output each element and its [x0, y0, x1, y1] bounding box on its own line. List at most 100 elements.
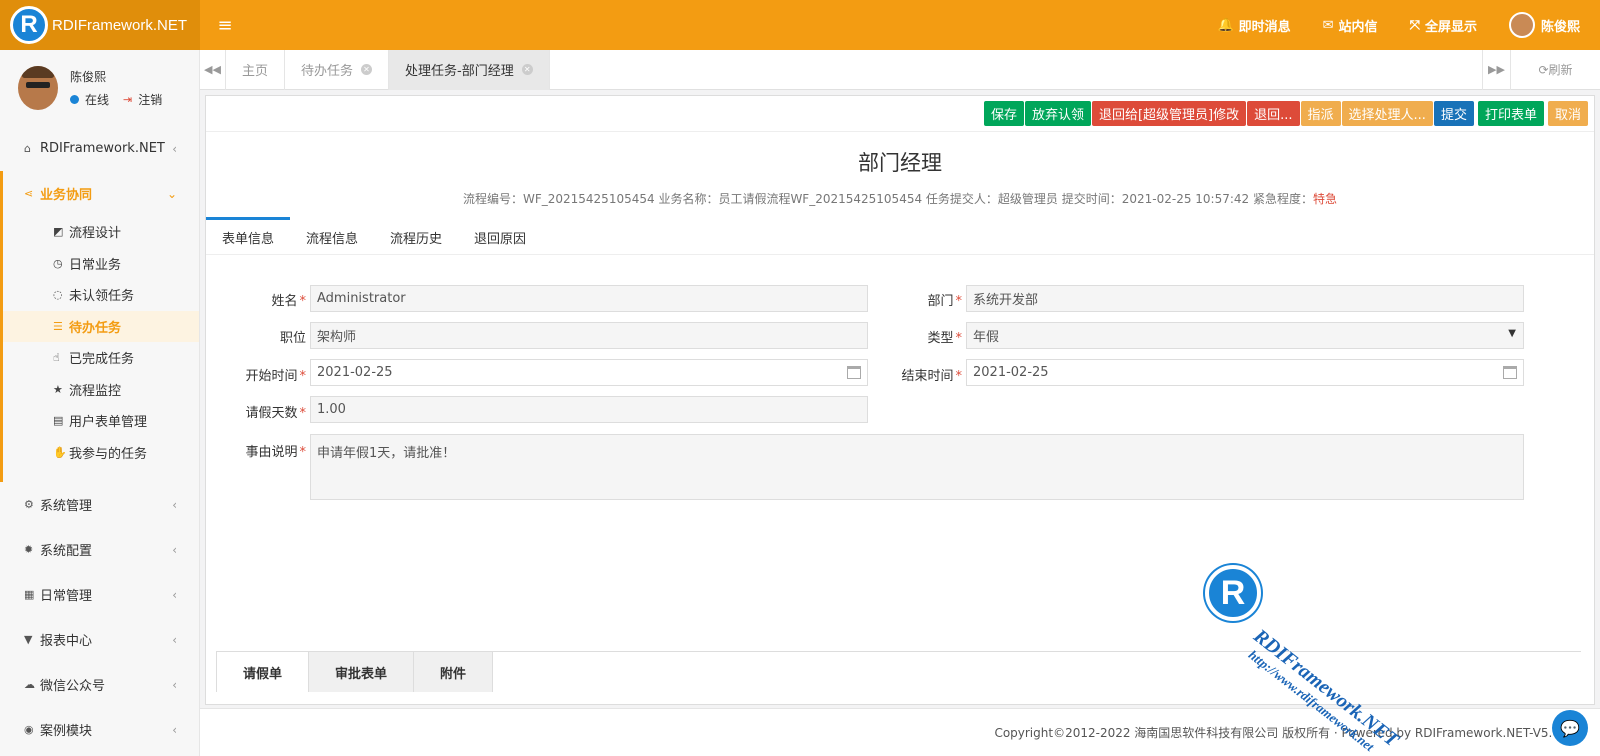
chevron-left-icon: ‹	[172, 542, 177, 557]
sidebar: 陈俊熙 在线 ⇥ 注销 ⌂ RDIFramework.NET ‹ ⋖ 业务协同 …	[0, 50, 200, 756]
chevron-left-icon: ‹	[172, 587, 177, 602]
sidebar-subitem-unclaimed[interactable]: ◌ 未认领任务	[3, 279, 199, 311]
sidebar-item-label: 系统管理	[40, 499, 93, 514]
close-icon[interactable]: ✕	[361, 64, 373, 75]
sidebar-subitem-label: 用户表单管理	[69, 415, 148, 431]
tabs-scroll-right-icon[interactable]: ▶▶	[1482, 49, 1510, 90]
tab-attachments[interactable]: 附件	[414, 652, 494, 692]
leave-form: 姓名 * Administrator 部门 * 系统开发部 职位 架构师 类型 * 年…	[206, 255, 1594, 505]
sidebar-item-system-manage[interactable]: ⚙ 系统管理 ‹	[0, 482, 199, 527]
sidebar-subitem-form-manage[interactable]: ▤ 用户表单管理	[3, 405, 199, 437]
tab-label: 处理任务-部门经理	[405, 64, 514, 79]
menu-toggle-icon[interactable]: ≡	[200, 0, 250, 50]
avatar	[1508, 12, 1535, 38]
sidebar-subitem-participated[interactable]: ✋ 我参与的任务	[3, 437, 199, 469]
logout-icon[interactable]: ⇥	[123, 93, 132, 106]
process-meta: 流程编号：WF_20215425105454 业务名称：员工请假流程WF_202…	[206, 190, 1594, 207]
tab-process-info[interactable]: 流程信息	[290, 217, 374, 255]
sidebar-subitem-label: 待办任务	[69, 320, 122, 336]
process-meta-text: 流程编号：WF_20215425105454 业务名称：员工请假流程WF_202…	[462, 192, 1313, 206]
sidebar-item-daily-manage[interactable]: ▦ 日常管理 ‹	[0, 572, 199, 617]
submit-button[interactable]: 提交	[1433, 101, 1474, 126]
reason-textarea[interactable]: 申请年假1天，请批准！	[310, 434, 1524, 500]
tab-label: 待办任务	[301, 64, 354, 79]
position-field[interactable]: 架构师	[310, 322, 868, 349]
fullscreen-label: 全屏显示	[1424, 19, 1477, 35]
sidebar-subitem-label: 流程监控	[69, 383, 122, 399]
sidebar-item-examples[interactable]: ◉ 案例模块 ‹	[0, 707, 199, 752]
sidebar-item-business[interactable]: ⋖ 业务协同 ⌄	[3, 171, 199, 216]
instant-message-button[interactable]: 🔔 即时消息	[1217, 16, 1290, 35]
circle-notch-icon: ◌	[53, 288, 63, 302]
name-label-text: 姓名	[271, 294, 298, 309]
type-label-text: 类型	[927, 331, 954, 346]
leave-type-select[interactable]: 年假 ▼	[966, 322, 1524, 349]
tab-approval-form[interactable]: 审批表单	[309, 652, 415, 692]
tab-form-info[interactable]: 表单信息	[206, 217, 291, 255]
urgency-badge: 特急	[1313, 192, 1338, 206]
chat-icon[interactable]: 💬	[1552, 710, 1588, 746]
site-mail-button[interactable]: ✉ 站内信	[1323, 16, 1378, 35]
sidebar-subitem-process-design[interactable]: ◩ 流程设计	[3, 216, 199, 248]
sidebar-subitem-completed[interactable]: ☝ 已完成任务	[3, 342, 199, 374]
user-panel: 陈俊熙 在线 ⇥ 注销	[0, 50, 199, 126]
calendar-icon[interactable]	[847, 366, 861, 379]
sidebar-item-wechat[interactable]: ☁ 微信公众号 ‹	[0, 662, 199, 707]
fullscreen-button[interactable]: ⤧ 全屏显示	[1410, 16, 1477, 35]
sidebar-item-rdiframework[interactable]: ⌂ RDIFramework.NET ‹	[0, 126, 199, 171]
sidebar-subitem-monitor[interactable]: ★ 流程监控	[3, 374, 199, 406]
start-date-field[interactable]: 2021-02-25	[310, 359, 868, 386]
assign-button[interactable]: 指派	[1300, 101, 1341, 126]
sidebar-item-report-center[interactable]: ▼ 报表中心 ‹	[0, 617, 199, 662]
start-date-value: 2021-02-25	[317, 365, 393, 380]
sidebar-subitem-label: 流程设计	[69, 226, 122, 242]
end-label-text: 结束时间	[901, 369, 954, 384]
print-form-button[interactable]: 打印表单	[1477, 101, 1544, 126]
cancel-button[interactable]: 取消	[1547, 101, 1588, 126]
footer: Copyright©2012-2022 海南国思软件科技有限公司 版权所有 · …	[200, 708, 1600, 756]
user-menu[interactable]: 陈俊熙	[1508, 12, 1580, 38]
sidebar-subitem-todo[interactable]: ☰ 待办任务	[3, 310, 199, 342]
cogs-icon: ⚙	[24, 498, 34, 511]
reason-label: 事由说明 *	[245, 445, 306, 460]
end-date-field[interactable]: 2021-02-25	[966, 359, 1524, 386]
tab-process-task[interactable]: 处理任务-部门经理 ✕	[389, 49, 550, 90]
top-header: R RDIFramework.NET ≡ 🔔 即时消息 ✉ 站内信 ⤧ 全屏显示…	[0, 0, 1600, 50]
form-icon: ▤	[53, 414, 64, 428]
sidebar-item-system-config[interactable]: ✹ 系统配置 ‹	[0, 527, 199, 572]
start-time-label: 开始时间 *	[245, 369, 306, 384]
header-actions: 🔔 即时消息 ✉ 站内信 ⤧ 全屏显示 陈俊熙	[1185, 0, 1600, 50]
tab-home[interactable]: 主页	[226, 49, 286, 90]
return-other-button[interactable]: 退回...	[1247, 101, 1300, 126]
sidebar-subitem-daily-business[interactable]: ◷ 日常业务	[3, 248, 199, 280]
tab-todo[interactable]: 待办任务 ✕	[285, 49, 390, 90]
dept-field[interactable]: 系统开发部	[966, 285, 1524, 312]
clock-icon: ◷	[53, 256, 63, 270]
dept-label: 部门 *	[927, 294, 962, 309]
position-label: 职位	[279, 331, 306, 346]
tab-return-reason[interactable]: 退回原因	[458, 217, 542, 255]
choose-handler-button[interactable]: 选择处理人...	[1341, 101, 1433, 126]
logo-icon: R	[10, 6, 48, 44]
tab-leave-form[interactable]: 请假单	[216, 652, 310, 692]
dept-label-text: 部门	[927, 294, 954, 309]
leave-days-field[interactable]: 1.00	[310, 396, 868, 423]
tab-process-history[interactable]: 流程历史	[374, 217, 458, 255]
sidebar-item-label: 微信公众号	[40, 679, 106, 694]
close-icon[interactable]: ✕	[521, 64, 533, 75]
app-logo[interactable]: R RDIFramework.NET	[0, 0, 200, 50]
return-to-admin-button[interactable]: 退回给[超级管理员]修改	[1091, 101, 1247, 126]
sidebar-item-label: 业务协同	[40, 188, 93, 203]
bell-icon: 🔔	[1217, 17, 1234, 33]
name-field[interactable]: Administrator	[310, 285, 868, 312]
abandon-claim-button[interactable]: 放弃认领	[1024, 101, 1091, 126]
chevron-left-icon: ‹	[172, 497, 177, 512]
calendar-icon[interactable]	[1503, 366, 1517, 379]
page-title: 部门经理	[858, 151, 942, 175]
tabs-scroll-left-icon[interactable]: ◀◀	[200, 49, 226, 90]
fullscreen-icon: ⤧	[1409, 17, 1420, 33]
sidebar-item-label: 系统配置	[40, 544, 93, 559]
save-button[interactable]: 保存	[983, 101, 1024, 126]
refresh-button[interactable]: ⟳ 刷新	[1510, 49, 1600, 90]
logout-link[interactable]: 注销	[138, 91, 162, 108]
